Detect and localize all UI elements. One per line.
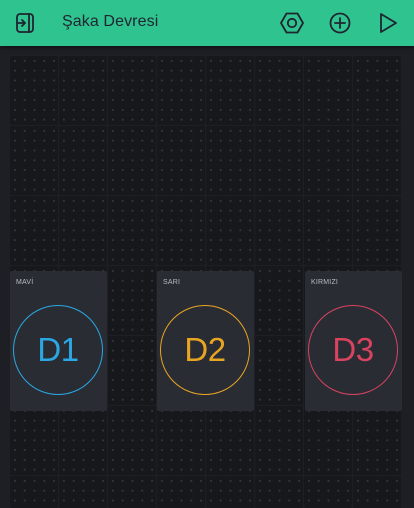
grid-cell — [255, 336, 303, 405]
grid-cell — [353, 56, 401, 125]
button-widget-2[interactable]: SARI D2 — [157, 271, 254, 411]
play-icon[interactable] — [375, 10, 401, 36]
grid-cell — [108, 406, 156, 475]
grid-cell — [59, 196, 107, 265]
button-widget-3[interactable]: KIRMIZI D3 — [305, 271, 402, 411]
grid-cell — [108, 196, 156, 265]
grid-cell — [353, 126, 401, 195]
grid-cell — [108, 476, 156, 508]
grid-cell — [59, 406, 107, 475]
grid-cell — [59, 476, 107, 508]
button-widget-1[interactable]: MAVİ D1 — [10, 271, 107, 411]
grid-cell — [108, 56, 156, 125]
dashboard-canvas[interactable]: MAVİ D1 SARI D2 KIRMIZI D3 — [0, 46, 414, 508]
app-header: Şaka Devresi — [0, 0, 414, 46]
grid-cell — [157, 56, 205, 125]
grid-cell — [255, 196, 303, 265]
project-title: Şaka Devresi — [62, 13, 159, 30]
grid-cell — [255, 56, 303, 125]
grid-cell — [206, 406, 254, 475]
button-text: D1 — [37, 331, 79, 368]
add-icon[interactable] — [327, 10, 353, 36]
widget-label: KIRMIZI — [311, 279, 339, 286]
pin-button-d2[interactable]: D2 — [160, 305, 250, 395]
grid-cell — [255, 126, 303, 195]
grid-cell — [304, 406, 352, 475]
grid-cell — [206, 56, 254, 125]
settings-hexagon-icon[interactable] — [279, 10, 305, 36]
grid-cell — [157, 196, 205, 265]
grid-cell — [353, 196, 401, 265]
widget-label: SARI — [163, 279, 181, 286]
pin-button-d1[interactable]: D1 — [13, 305, 103, 395]
grid-cell — [59, 56, 107, 125]
button-text: D2 — [184, 331, 226, 368]
grid-cell — [157, 406, 205, 475]
grid-cell — [10, 196, 58, 265]
button-text: D3 — [332, 331, 374, 368]
grid-cell — [157, 476, 205, 508]
grid-cell — [353, 476, 401, 508]
grid-cell — [59, 126, 107, 195]
widget-label: MAVİ — [16, 279, 34, 286]
grid-cell — [10, 476, 58, 508]
exit-icon[interactable] — [12, 10, 38, 36]
grid-cell — [255, 406, 303, 475]
grid-cell — [304, 56, 352, 125]
grid-cell — [10, 56, 58, 125]
grid-cell — [157, 126, 205, 195]
pin-button-d3[interactable]: D3 — [308, 305, 398, 395]
grid-cell — [304, 126, 352, 195]
grid-cell — [255, 476, 303, 508]
grid-cell — [108, 336, 156, 405]
grid-cell — [304, 476, 352, 508]
grid-cell — [255, 266, 303, 335]
grid-cell — [108, 266, 156, 335]
grid-cell — [353, 406, 401, 475]
grid-cell — [10, 406, 58, 475]
grid-cell — [206, 126, 254, 195]
grid-cell — [10, 126, 58, 195]
grid-cell — [206, 476, 254, 508]
grid-cell — [206, 196, 254, 265]
grid-cell — [304, 196, 352, 265]
grid-cell — [108, 126, 156, 195]
